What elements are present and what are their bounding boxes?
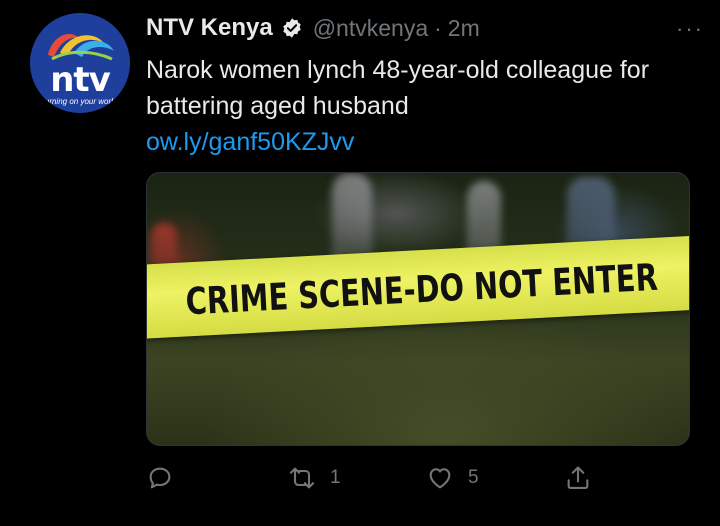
heart-icon	[429, 468, 451, 489]
reply-icon	[149, 467, 171, 489]
more-options-icon[interactable]: ···	[676, 16, 704, 42]
crime-scene-tape: CRIME SCENE-DO NOT ENTER	[147, 235, 689, 339]
avatar-brand: ntv	[50, 60, 111, 100]
like-button[interactable]: 5	[426, 458, 479, 498]
tweet-text: Narok women lynch 48-year-old colleague …	[146, 56, 650, 120]
retweet-button[interactable]: 1	[288, 458, 341, 498]
author-handle[interactable]: @ntvkenya	[313, 15, 428, 42]
retweet-count: 1	[330, 467, 341, 488]
retweet-icon	[289, 467, 315, 489]
share-icon	[567, 466, 589, 489]
tweet[interactable]: ntv turning on your world NTV Kenya @ntv…	[0, 0, 720, 526]
reply-button[interactable]	[146, 458, 188, 498]
tweet-timestamp[interactable]: 2m	[448, 15, 480, 42]
verified-badge-icon	[282, 18, 301, 38]
separator-dot: ·	[434, 14, 442, 41]
share-button[interactable]	[564, 458, 592, 498]
tweet-link[interactable]: ow.ly/ganf50KZJvv	[146, 126, 354, 158]
tweet-header: NTV Kenya @ntvkenya · 2m	[146, 12, 706, 44]
tweet-actions: 1 5	[146, 458, 606, 498]
tweet-media-image[interactable]: CRIME SCENE-DO NOT ENTER	[146, 172, 690, 446]
tape-text: CRIME SCENE-DO NOT ENTER	[184, 255, 659, 323]
avatar-tagline: turning on your world	[42, 97, 118, 106]
author-name[interactable]: NTV Kenya	[146, 14, 273, 42]
avatar[interactable]: ntv turning on your world	[30, 13, 130, 113]
like-count: 5	[468, 467, 479, 488]
